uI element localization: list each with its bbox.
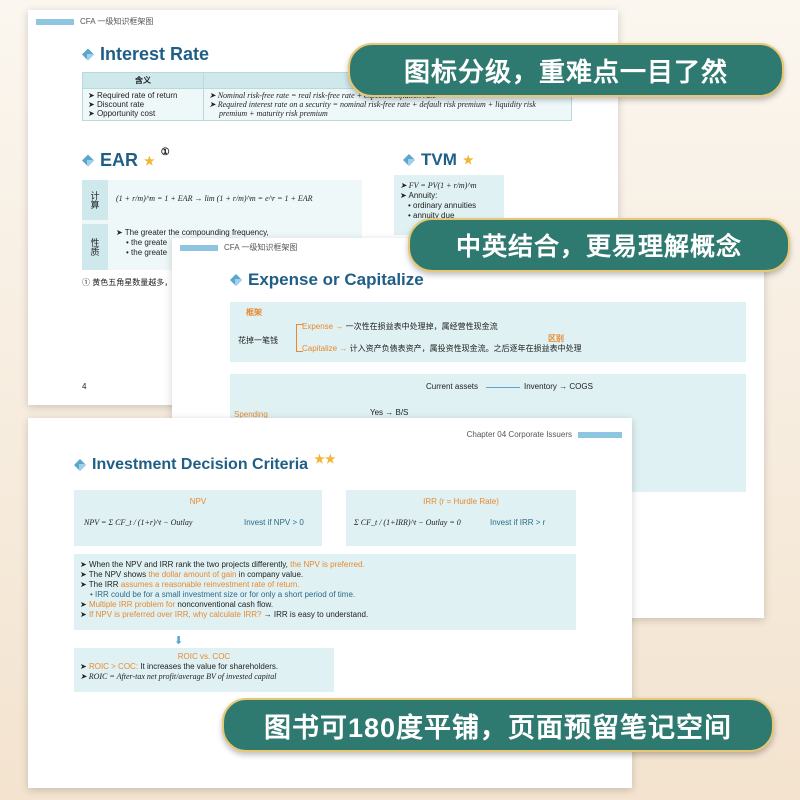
capitalize-line: Capitalize → 计入资产负债表资产，属投资性现金流。之后逐年在损益表中…	[302, 344, 582, 353]
star-icon: ★★	[314, 452, 336, 466]
framework-label: 框架	[246, 308, 262, 317]
irr-box: IRR (r = Hurdle Rate) Σ CF_t / (1+IRR)^t…	[346, 490, 576, 546]
section-icon	[403, 154, 415, 166]
current-assets: Current assets	[426, 382, 479, 391]
col-header: 含义	[82, 72, 204, 89]
header-bar	[180, 244, 218, 251]
roic-box: ROIC vs. COC ➤ ROIC > COC: It increases …	[74, 648, 334, 692]
star-icon: ★	[144, 153, 155, 168]
section-icon	[74, 459, 86, 471]
inventory-cogs: Inventory → COGS	[524, 382, 593, 391]
investment-title: Investment Decision Criteria ★★	[74, 452, 336, 474]
banner-flat-layout: 图书可180度平铺，页面预留笔记空间	[222, 698, 774, 752]
npv-box: NPV NPV = Σ CF_t / (1+r)^t − Outlay Inve…	[74, 490, 322, 546]
irr-formula: Σ CF_t / (1+IRR)^t − Outlay = 0	[354, 518, 461, 527]
npv-formula: NPV = Σ CF_t / (1+r)^t − Outlay	[84, 518, 193, 527]
star-icon: ★	[462, 153, 474, 167]
banner-icon-grading: 图标分级，重难点一目了然	[348, 43, 784, 97]
arrow-line	[486, 387, 520, 388]
interest-rate-left: ➤ Required rate of return ➤ Discount rat…	[82, 88, 204, 121]
interest-rate-title: Interest Rate	[82, 44, 209, 65]
irr-rule: Invest if IRR > r	[490, 518, 546, 527]
header-bar	[36, 18, 74, 25]
framework-box: 框架 花掉一笔钱 Expense → 一次性在损益表中处理掉，属经营性现金流 区…	[230, 302, 746, 362]
expense-line: Expense → 一次性在损益表中处理掉，属经营性现金流	[302, 322, 498, 331]
banner-bilingual: 中英结合，更易理解概念	[408, 218, 790, 272]
ear-label-calc: 计算	[82, 180, 108, 220]
npv-label: NPV	[189, 497, 207, 506]
npv-rule: Invest if NPV > 0	[244, 518, 304, 527]
expense-title: Expense or Capitalize	[230, 270, 424, 290]
section-icon	[230, 274, 242, 286]
section-icon	[82, 154, 94, 167]
irr-label: IRR (r = Hurdle Rate)	[423, 497, 499, 506]
page-number: 4	[82, 382, 87, 391]
down-arrow-icon: ⬇	[174, 635, 184, 647]
spend-label: 花掉一笔钱	[238, 336, 278, 345]
section-icon	[82, 48, 94, 61]
page1-header: CFA 一级知识框架图	[36, 16, 153, 27]
page2-header: CFA 一级知识框架图	[180, 242, 297, 253]
ear-formula: (1 + r/m)^m = 1 + EAR → lim (1 + r/m)^m …	[116, 194, 313, 203]
diff-label: 区别	[548, 334, 564, 343]
ear-label-prop: 性质	[82, 224, 108, 270]
page3-header: Chapter 04 Corporate Issuers	[467, 430, 622, 439]
tvm-title: TVM ★	[403, 150, 474, 170]
points-box: ➤ When the NPV and IRR rank the two proj…	[74, 554, 576, 630]
header-bar	[578, 431, 622, 438]
ear-title: EAR ★ ①	[82, 147, 170, 171]
yes-bs: Yes → B/S	[370, 408, 409, 417]
